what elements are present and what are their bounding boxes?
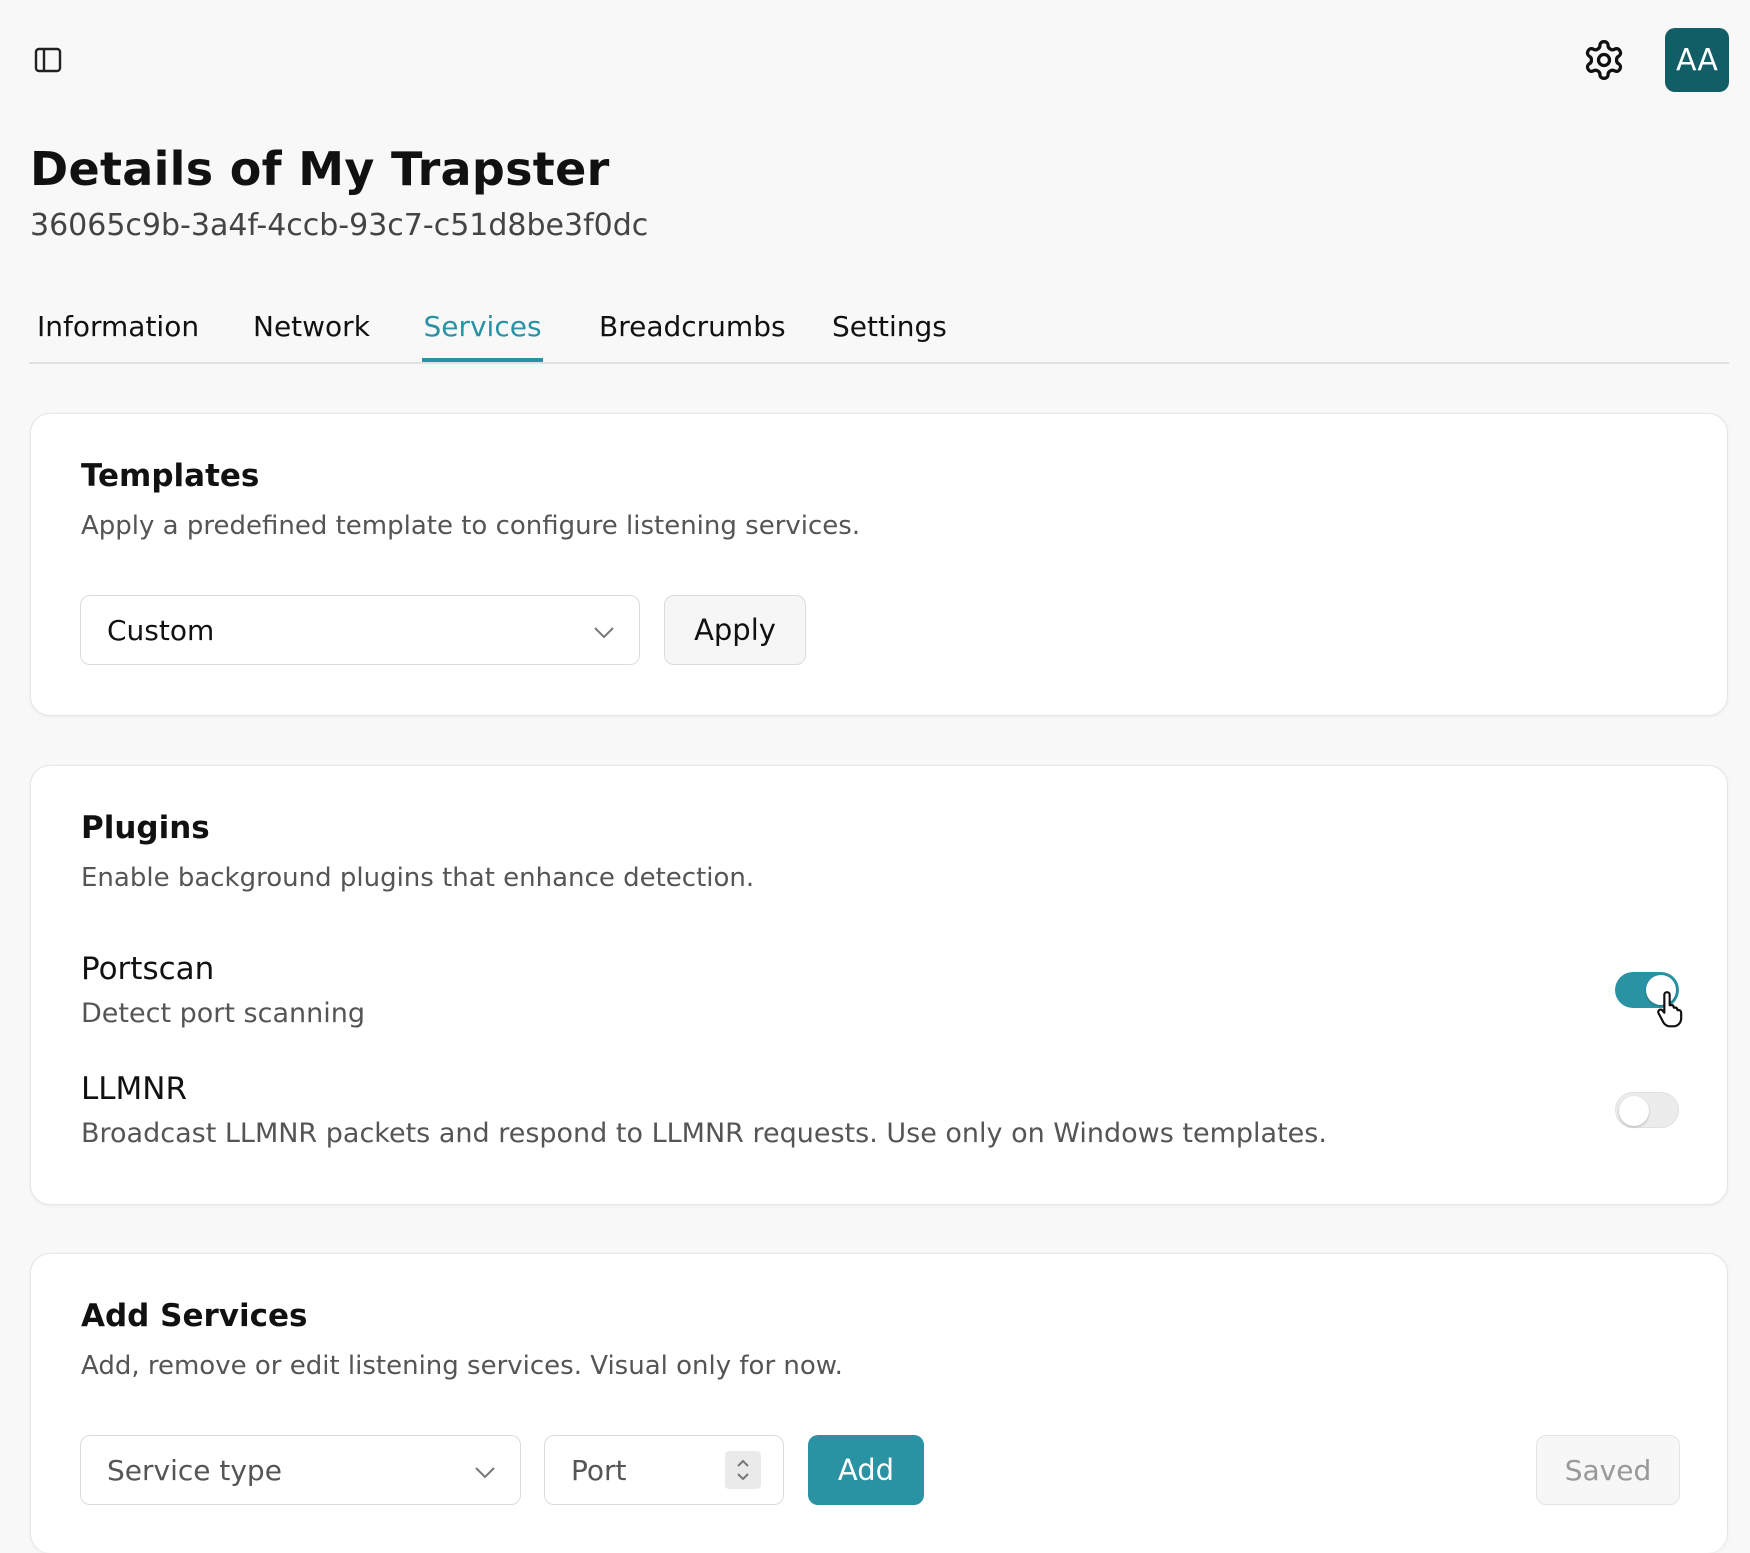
service-type-placeholder: Service type [107, 1453, 282, 1487]
service-type-select[interactable]: Service type [80, 1435, 521, 1505]
plugin-name-portscan: Portscan [81, 951, 215, 987]
chevron-down-icon [593, 614, 615, 647]
tab-services[interactable]: Services [422, 300, 543, 362]
template-select-value: Custom [107, 613, 215, 647]
tab-information[interactable]: Information [29, 300, 207, 360]
plugins-description: Enable background plugins that enhance d… [81, 863, 755, 893]
port-input[interactable]: Port [544, 1435, 784, 1505]
toggle-knob [1619, 1096, 1649, 1126]
add-services-card: Add Services Add, remove or edit listeni… [30, 1253, 1728, 1553]
add-services-description: Add, remove or edit listening services. … [81, 1351, 843, 1381]
apply-button[interactable]: Apply [664, 595, 806, 665]
hand-cursor-icon [1652, 988, 1692, 1028]
template-select[interactable]: Custom [80, 595, 640, 665]
templates-description: Apply a predefined template to configure… [81, 511, 861, 541]
llmnr-toggle[interactable] [1615, 1092, 1679, 1128]
plugin-name-llmnr: LLMNR [81, 1071, 188, 1107]
tab-breadcrumbs[interactable]: Breadcrumbs [591, 300, 794, 360]
top-bar: AA [0, 0, 1750, 120]
tab-settings[interactable]: Settings [824, 300, 955, 360]
add-services-title: Add Services [81, 1298, 308, 1334]
tab-bar: Information Network Services Breadcrumbs… [29, 300, 1729, 364]
plugin-description-llmnr: Broadcast LLMNR packets and respond to L… [81, 1118, 1327, 1149]
tab-network[interactable]: Network [245, 300, 378, 360]
plugins-title: Plugins [81, 810, 210, 846]
stepper-arrows-icon [737, 1459, 749, 1481]
port-placeholder: Port [571, 1453, 627, 1487]
templates-card: Templates Apply a predefined template to… [30, 413, 1728, 716]
gear-icon[interactable] [1580, 36, 1628, 84]
trapster-id: 36065c9b-3a4f-4ccb-93c7-c51d8be3f0dc [30, 208, 649, 243]
plugins-card: Plugins Enable background plugins that e… [30, 765, 1728, 1205]
add-button[interactable]: Add [808, 1435, 924, 1505]
saved-button: Saved [1536, 1435, 1680, 1505]
port-stepper[interactable] [725, 1451, 761, 1489]
templates-title: Templates [81, 458, 260, 494]
sidebar-panel-icon[interactable] [28, 40, 68, 80]
chevron-down-icon [474, 1454, 496, 1487]
page-title: Details of My Trapster [30, 142, 610, 196]
avatar[interactable]: AA [1665, 28, 1729, 92]
plugin-description-portscan: Detect port scanning [81, 998, 365, 1029]
